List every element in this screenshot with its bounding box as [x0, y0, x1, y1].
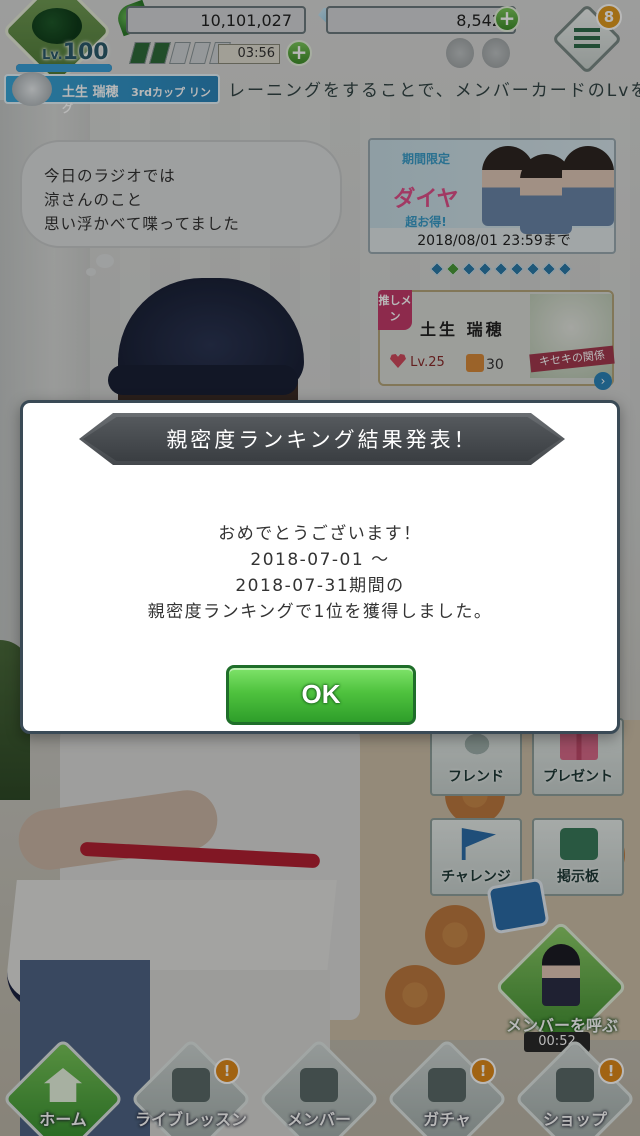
ranking-result-dialog: 親密度ランキング結果発表！ おめでとうございます！ 2018-07-01 ～ 2…	[20, 400, 620, 734]
ok-button[interactable]: OK	[226, 665, 416, 725]
message-line: 親密度ランキングで1位を獲得しました。	[147, 602, 493, 622]
message-line: おめでとうございます！	[218, 524, 422, 544]
dialog-message: おめでとうございます！ 2018-07-01 ～ 2018-07-31期間の 親…	[23, 521, 617, 625]
dialog-title: 親密度ランキング結果発表！	[166, 428, 478, 452]
message-line: 2018-07-01 ～	[250, 550, 390, 570]
dialog-title-bar: 親密度ランキング結果発表！	[79, 413, 565, 465]
message-line: 2018-07-31期間の	[235, 576, 405, 596]
